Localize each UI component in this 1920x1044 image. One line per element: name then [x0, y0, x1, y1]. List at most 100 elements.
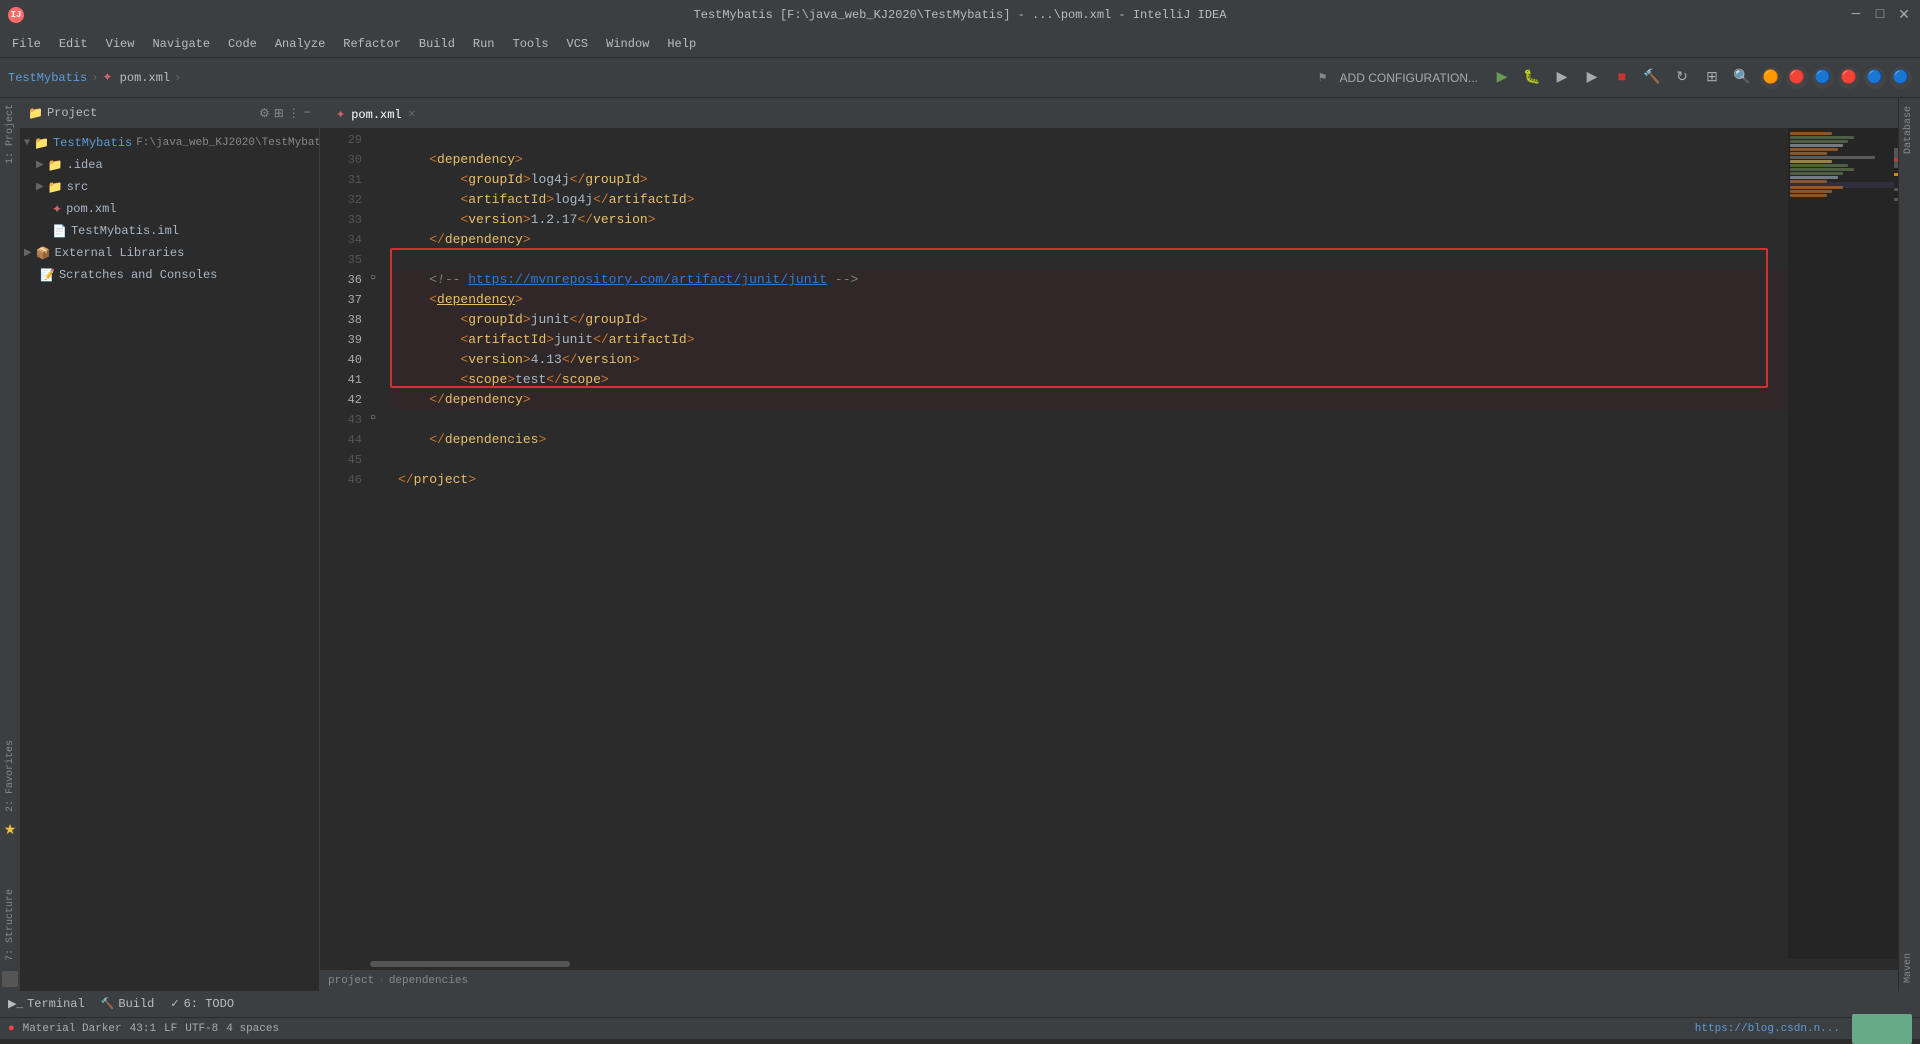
pom-label: pom.xml [66, 202, 116, 216]
code-line-44: </dependencies> [390, 430, 1788, 450]
horizontal-scrollbar[interactable] [320, 959, 1898, 969]
breadcrumb-file[interactable]: ✦ pom.xml [102, 70, 170, 85]
browser-chrome[interactable]: 🟠 [1760, 67, 1782, 89]
menu-navigate[interactable]: Navigate [144, 35, 218, 53]
menu-file[interactable]: File [4, 35, 49, 53]
layout-button[interactable]: ⊞ [1700, 66, 1724, 90]
tree-item-scratches[interactable]: 📝 Scratches and Consoles [20, 264, 319, 286]
database-tab[interactable]: Database [1899, 98, 1920, 162]
status-indent[interactable]: 4 spaces [226, 1023, 279, 1035]
main-area: 1: Project 2: Favorites ★ 7: Structure 📁… [0, 98, 1920, 991]
terminal-tab[interactable]: ▶_ Terminal [8, 997, 85, 1011]
horizontal-scroll-thumb[interactable] [370, 961, 570, 967]
ext-label: External Libraries [55, 246, 185, 260]
status-position[interactable]: 43:1 [130, 1023, 156, 1035]
browser-opera[interactable]: 🔴 [1838, 67, 1860, 89]
structure-strip[interactable]: 7: Structure [3, 883, 18, 967]
expand-icon[interactable]: ⊞ [274, 106, 284, 121]
menu-analyze[interactable]: Analyze [267, 35, 333, 53]
line-num-39: 39 [320, 330, 362, 350]
line-num-33: 33 [320, 210, 362, 230]
root-label: TestMybatis [53, 136, 132, 150]
settings-icon[interactable]: ⚙ [259, 106, 270, 121]
tree-item-iml[interactable]: 📄 TestMybatis.iml [20, 220, 319, 242]
line-num-29: 29 [320, 130, 362, 150]
src-folder-icon: 📁 [48, 180, 63, 195]
line-num-36: 36 [320, 270, 362, 290]
iml-label: TestMybatis.iml [71, 224, 179, 238]
collapse-icon[interactable]: − [304, 106, 311, 121]
tab-pomxml[interactable]: ✦ pom.xml ✕ [324, 102, 428, 128]
line-num-40: 40 [320, 350, 362, 370]
minimap-scrollbar [1894, 128, 1898, 959]
tree-item-external-libs[interactable]: ▶ 📦 External Libraries [20, 242, 319, 264]
menu-code[interactable]: Code [220, 35, 265, 53]
menu-view[interactable]: View [98, 35, 143, 53]
coverage-button[interactable]: ▶ [1550, 66, 1574, 90]
menu-edit[interactable]: Edit [51, 35, 96, 53]
close-button[interactable]: ✕ [1896, 7, 1912, 23]
status-theme-label: Material Darker [23, 1023, 122, 1035]
breadcrumb-status-sep1: › [378, 975, 385, 987]
search-button[interactable]: 🔍 [1730, 66, 1754, 90]
minimize-button[interactable]: ─ [1848, 7, 1864, 23]
menu-run[interactable]: Run [465, 35, 503, 53]
menu-help[interactable]: Help [659, 35, 704, 53]
editor-body: 29 30 31 32 33 34 35 36 37 38 39 40 41 4… [320, 128, 1898, 959]
code-line-37: <dependency> [390, 290, 1788, 310]
code-line-41: <scope>test</scope> [390, 370, 1788, 390]
minimap-info-marker [1894, 188, 1898, 191]
root-path: F:\java_web_KJ2020\TestMybatis [136, 137, 319, 149]
debug-button[interactable]: 🐛 [1520, 66, 1544, 90]
bottom-toolbar: ▶_ Terminal 🔨 Build ✓ 6: TODO [0, 991, 1920, 1017]
todo-icon: ✓ [170, 997, 179, 1011]
tab-pomxml-icon: ✦ [336, 108, 345, 122]
ext-arrow: ▶ [24, 247, 32, 259]
maven-tab[interactable]: Maven [1899, 945, 1920, 991]
project-title: Project [47, 106, 97, 120]
tree-item-idea[interactable]: ▶ 📁 .idea [20, 154, 319, 176]
browser-firefox[interactable]: 🔴 [1786, 67, 1808, 89]
favorites-strip[interactable]: 2: Favorites [3, 734, 18, 818]
project-tree: ▼ 📁 TestMybatis F:\java_web_KJ2020\TestM… [20, 128, 319, 991]
code-line-43 [390, 410, 1788, 430]
stop-button[interactable]: ■ [1610, 66, 1634, 90]
line-num-42: 42 [320, 390, 362, 410]
build-tab[interactable]: 🔨 Build [101, 997, 155, 1011]
browser-edge[interactable]: 🔵 [1864, 67, 1886, 89]
line-num-30: 30 [320, 150, 362, 170]
browser-safari[interactable]: 🔵 [1812, 67, 1834, 89]
more-icon[interactable]: ⋮ [288, 106, 300, 121]
menu-refactor[interactable]: Refactor [335, 35, 409, 53]
title-bar-left: IJ [8, 7, 24, 23]
menu-build[interactable]: Build [411, 35, 463, 53]
menu-vcs[interactable]: VCS [559, 35, 597, 53]
project-tab-strip[interactable]: 1: Project [3, 98, 18, 170]
line-num-45: 45 [320, 450, 362, 470]
status-encoding[interactable]: UTF-8 [185, 1023, 218, 1035]
browser-ie[interactable]: 🔵 [1890, 67, 1912, 89]
code-content[interactable]: <dependency> <groupId>log4j</groupId> <a… [390, 128, 1788, 959]
add-configuration-button[interactable]: ADD CONFIGURATION... [1334, 69, 1484, 87]
sync-button[interactable]: ↻ [1670, 66, 1694, 90]
run-button[interactable]: ▶ [1490, 66, 1514, 90]
line-num-43: 43 [320, 410, 362, 430]
breadcrumb-project[interactable]: TestMybatis [8, 71, 87, 85]
line-numbers: 29 30 31 32 33 34 35 36 37 38 39 40 41 4… [320, 128, 370, 959]
status-lf[interactable]: LF [164, 1023, 177, 1035]
iml-file-icon: 📄 [52, 224, 67, 239]
todo-tab[interactable]: ✓ 6: TODO [170, 997, 234, 1011]
terminal-label: Terminal [27, 997, 85, 1011]
profile-button[interactable]: ▶ [1580, 66, 1604, 90]
folder-icon: 📁 [28, 106, 43, 121]
maximize-button[interactable]: □ [1872, 7, 1888, 23]
tree-item-src[interactable]: ▶ 📁 src [20, 176, 319, 198]
build-button[interactable]: 🔨 [1640, 66, 1664, 90]
tree-item-root[interactable]: ▼ 📁 TestMybatis F:\java_web_KJ2020\TestM… [20, 132, 319, 154]
tree-item-pomxml[interactable]: ✦ pom.xml [20, 198, 319, 220]
code-line-31: <groupId>log4j</groupId> [390, 170, 1788, 190]
menu-window[interactable]: Window [598, 35, 657, 53]
menu-tools[interactable]: Tools [505, 35, 557, 53]
tab-pomxml-close[interactable]: ✕ [408, 109, 416, 121]
code-line-46: </project> [390, 470, 1788, 490]
